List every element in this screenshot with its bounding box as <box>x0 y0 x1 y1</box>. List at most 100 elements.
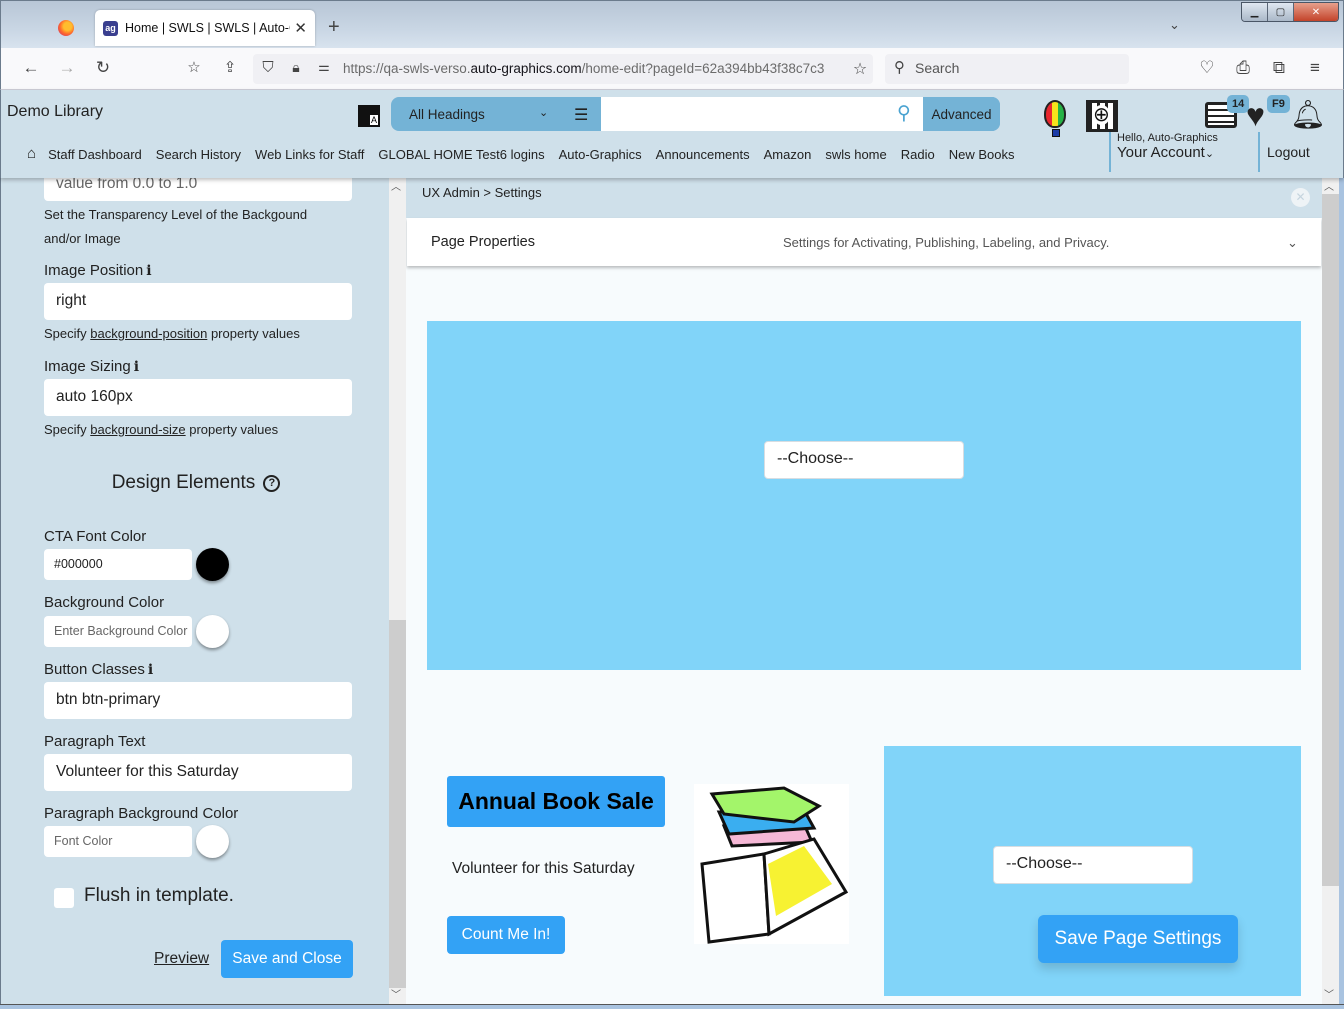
translate-icon[interactable]: A <box>358 105 380 127</box>
nav-link-swls-home[interactable]: swls home <box>825 147 886 162</box>
help-icon[interactable]: ? <box>263 475 281 492</box>
reload-icon[interactable]: ↻ <box>92 58 114 78</box>
site-favicon: ag <box>103 20 118 36</box>
page-properties-accordion[interactable]: Page Properties Settings for Activating,… <box>407 218 1321 266</box>
info-icon[interactable]: i <box>148 662 153 678</box>
design-settings-panel: value from 0.0 to 1.0 Set the Transparen… <box>0 176 390 1006</box>
heart-icon[interactable]: ♥ <box>1246 99 1265 131</box>
block-type-select-bottom[interactable]: --Choose-- <box>993 846 1193 884</box>
window-controls: ▁ ▢ ✕ <box>1241 2 1339 22</box>
shield-icon[interactable]: ⛉ <box>257 59 279 76</box>
nav-link-staff-dashboard[interactable]: Staff Dashboard <box>48 147 142 162</box>
minimize-button[interactable]: ▁ <box>1242 3 1268 21</box>
left-panel-scrollbar[interactable]: ︿ ﹀ <box>389 176 406 1004</box>
pocket-icon[interactable]: ♡ <box>1196 58 1218 78</box>
home-icon[interactable]: ⌂ <box>27 145 36 162</box>
main-scrollbar[interactable]: ︿ ﹀ <box>1322 176 1339 1004</box>
window-border <box>0 1004 1344 1009</box>
print-icon[interactable]: ⎙ <box>1232 58 1254 78</box>
background-color-label: Background Color <box>44 594 165 611</box>
scrollbar-thumb[interactable] <box>389 620 406 988</box>
nav-link-radio[interactable]: Radio <box>901 147 935 162</box>
save-and-close-button[interactable]: Save and Close <box>221 940 353 978</box>
search-icon[interactable]: ⚲ <box>897 102 911 125</box>
nav-link-web-links[interactable]: Web Links for Staff <box>255 147 364 162</box>
image-position-input[interactable]: right <box>44 283 352 320</box>
breadcrumb[interactable]: UX Admin > Settings <box>422 185 542 200</box>
search-group: All Headings ⌄ ☰ ⚲ Advanced <box>391 97 1000 131</box>
button-classes-input[interactable]: btn btn-primary <box>44 682 352 719</box>
chevron-down-icon: ⌄ <box>1204 148 1215 160</box>
close-icon[interactable]: ✕ <box>1291 188 1310 207</box>
cta-font-color-input[interactable]: #000000 <box>44 549 192 580</box>
scroll-down-icon[interactable]: ﹀ <box>1324 986 1334 1001</box>
nav-links: ⌂ Staff Dashboard Search History Web Lin… <box>27 145 1028 162</box>
maximize-button[interactable]: ▢ <box>1268 3 1294 21</box>
scrollbar-thumb[interactable] <box>1322 194 1339 886</box>
paragraph-bg-color-label: Paragraph Background Color <box>44 805 239 822</box>
browser-search-input[interactable]: ⚲ Search <box>885 54 1129 84</box>
background-color-input[interactable]: Enter Background Color <box>44 616 192 647</box>
url-text: https://qa-swls-verso.auto-graphics.com/… <box>343 61 825 76</box>
star-icon[interactable]: ☆ <box>849 59 871 79</box>
new-tab-button[interactable]: + <box>328 16 340 39</box>
window-close-button[interactable]: ✕ <box>1294 3 1338 21</box>
lock-icon[interactable]: 🔒︎ <box>285 59 307 76</box>
search-placeholder: Search <box>915 60 960 76</box>
browser-tab-active[interactable]: ag Home | SWLS | SWLS | Auto-Gra ✕ <box>95 10 315 46</box>
nav-link-auto-graphics[interactable]: Auto-Graphics <box>559 147 642 162</box>
balloon-icon[interactable] <box>1044 100 1066 137</box>
cta-title: Annual Book Sale <box>447 776 665 827</box>
catalog-search-input[interactable] <box>601 97 923 131</box>
background-position-link[interactable]: background-position <box>90 326 207 341</box>
paragraph-bg-color-swatch[interactable] <box>196 825 229 858</box>
media-search-icon[interactable] <box>1086 100 1118 132</box>
advanced-search-button[interactable]: Advanced <box>923 97 1000 131</box>
cta-button[interactable]: Count Me In! <box>447 916 565 954</box>
url-bar[interactable]: ⛉ 🔒︎ ⚌ https://qa-swls-verso.auto-graphi… <box>253 54 873 84</box>
your-account-label[interactable]: Your Account <box>1117 144 1205 161</box>
database-icon[interactable]: ☰ <box>574 105 588 125</box>
background-color-swatch[interactable] <box>196 615 229 648</box>
menu-icon[interactable]: ≡ <box>1304 58 1326 78</box>
nav-link-announcements[interactable]: Announcements <box>656 147 750 162</box>
bell-icon[interactable]: 🔔︎ <box>1290 98 1326 131</box>
image-sizing-input[interactable]: auto 160px <box>44 379 352 416</box>
scroll-up-icon[interactable]: ︿ <box>1324 178 1334 193</box>
preview-link[interactable]: Preview <box>154 950 209 968</box>
bookmark-star-icon[interactable]: ☆ <box>183 58 205 76</box>
nav-link-amazon[interactable]: Amazon <box>764 147 812 162</box>
window-border <box>1339 90 1344 1009</box>
background-size-link[interactable]: background-size <box>90 422 185 437</box>
image-sizing-label: Image Sizing i <box>44 358 140 375</box>
library-name[interactable]: Demo Library <box>7 103 103 121</box>
paragraph-text-input[interactable]: Volunteer for this Saturday <box>44 754 352 791</box>
firefox-icon[interactable] <box>58 20 74 36</box>
search-scope-select[interactable]: All Headings ⌄ <box>391 97 601 131</box>
nav-link-search-history[interactable]: Search History <box>156 147 241 162</box>
permissions-icon[interactable]: ⚌ <box>313 59 335 75</box>
chevron-down-icon[interactable]: ⌄ <box>1169 17 1180 33</box>
info-icon[interactable]: i <box>146 263 151 279</box>
extensions-icon[interactable]: ⧉ <box>1268 58 1290 78</box>
block-type-select-top[interactable]: --Choose-- <box>764 441 964 479</box>
share-icon[interactable]: ⇪ <box>219 58 241 76</box>
scroll-down-icon[interactable]: ﹀ <box>391 986 401 1001</box>
image-position-label: Image Position i <box>44 262 152 279</box>
nav-link-new-books[interactable]: New Books <box>949 147 1015 162</box>
back-icon[interactable]: ← <box>20 58 42 78</box>
info-icon[interactable]: i <box>134 359 139 375</box>
paragraph-bg-color-input[interactable]: Font Color <box>44 826 192 857</box>
nav-link-global-home[interactable]: GLOBAL HOME Test6 logins <box>378 147 544 162</box>
scroll-up-icon[interactable]: ︿ <box>391 178 401 193</box>
forward-icon[interactable]: → <box>56 58 78 78</box>
logout-link[interactable]: Logout <box>1258 132 1310 172</box>
image-sizing-help: Specify background-size property values <box>44 422 279 437</box>
account-menu[interactable]: Hello, Auto-Graphics Your Account⌄ <box>1109 132 1218 172</box>
flush-checkbox[interactable] <box>54 888 74 908</box>
save-page-settings-button[interactable]: Save Page Settings <box>1038 915 1238 963</box>
transparency-input[interactable]: value from 0.0 to 1.0 <box>44 176 352 201</box>
chevron-down-icon[interactable]: ⌄ <box>1287 235 1298 251</box>
cta-font-color-swatch[interactable] <box>196 548 229 581</box>
close-icon[interactable]: ✕ <box>294 19 307 37</box>
